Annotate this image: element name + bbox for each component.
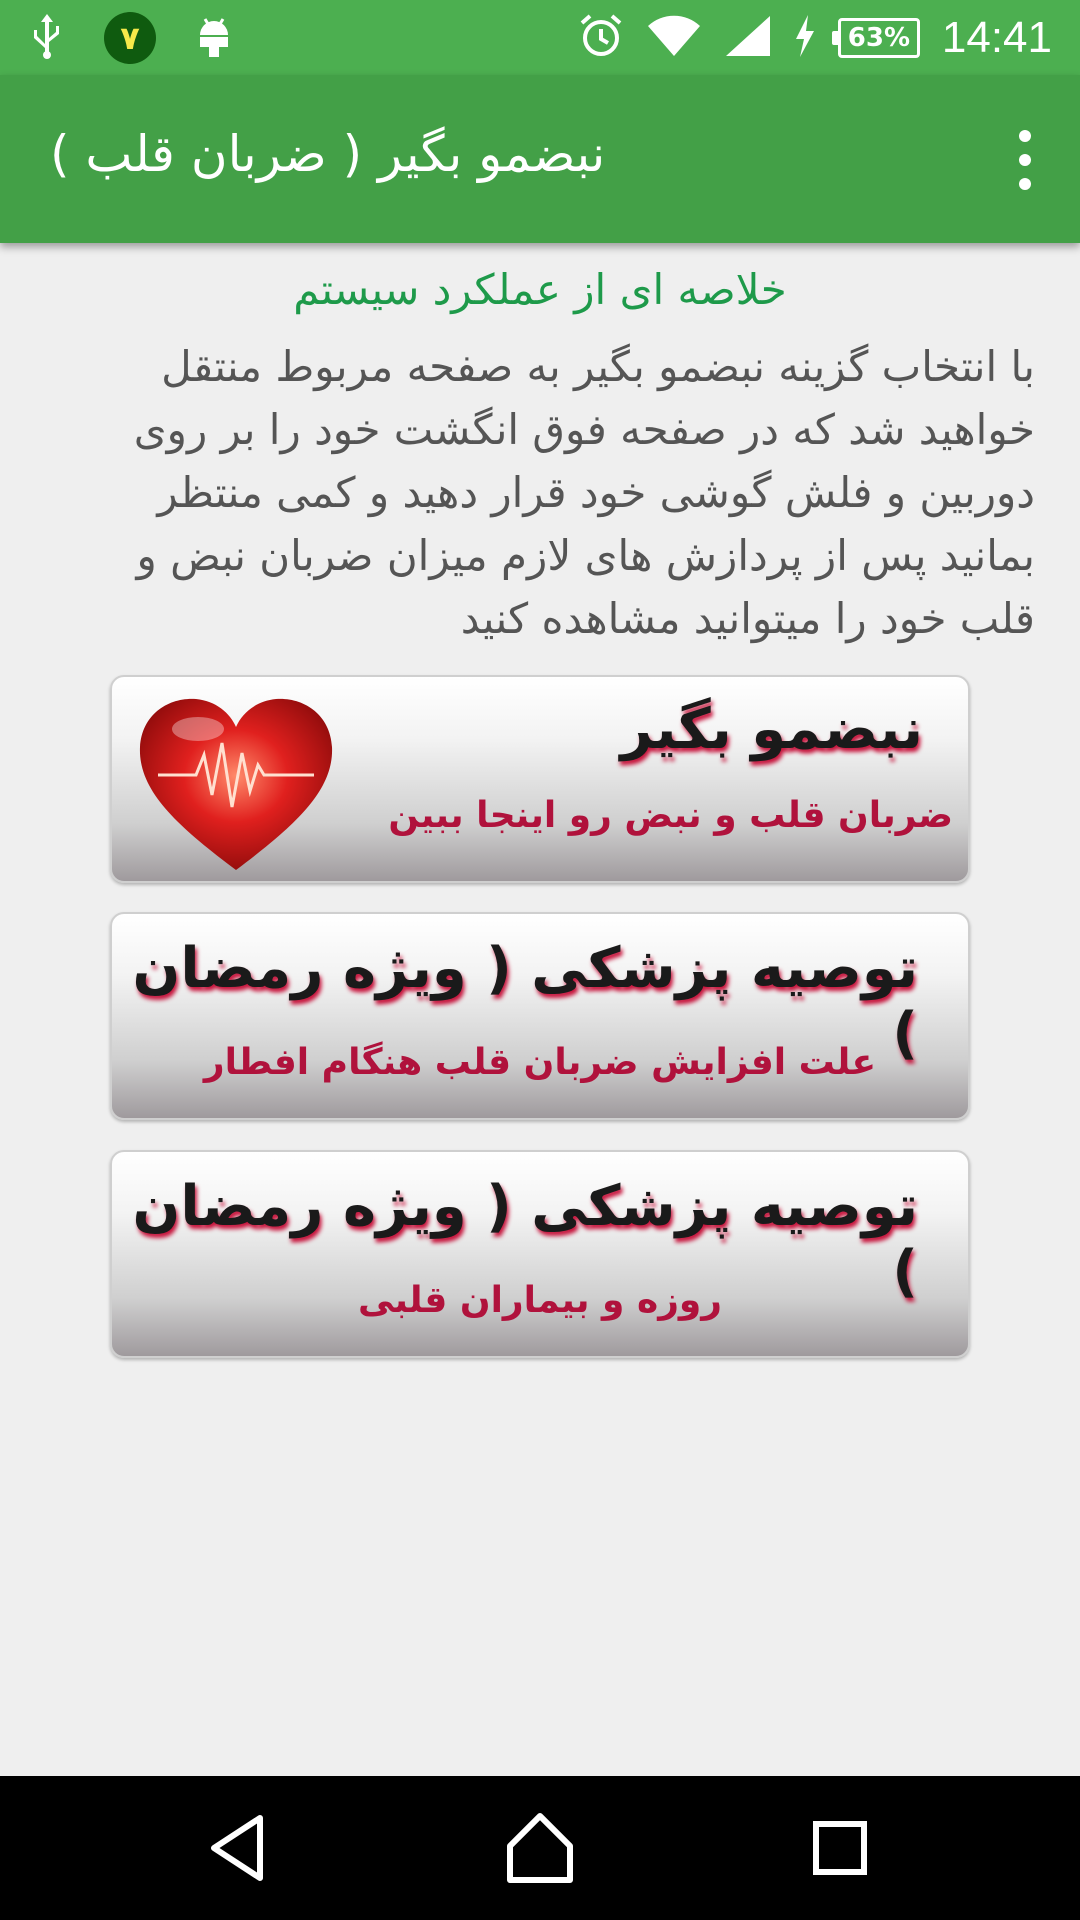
battery-indicator: 63% <box>831 17 920 58</box>
app-title: نبضمو بگیر ( ضربان قلب ) <box>50 125 606 183</box>
overflow-menu-icon[interactable] <box>1010 130 1040 190</box>
back-icon[interactable] <box>200 1808 280 1888</box>
navigation-bar <box>0 1776 1080 1920</box>
wifi-icon <box>646 14 702 62</box>
card-subtitle: روزه و بیماران قلبی <box>357 1280 723 1321</box>
android-debug-icon <box>196 13 232 63</box>
signal-icon <box>724 14 772 62</box>
card-title: نبضمو بگیر <box>620 697 923 762</box>
status-bar: ٧ 63% 14:41 <box>0 0 1080 75</box>
medical-advice-ramadan-button[interactable]: توصیه پزشکی ( ویژه رمضان ) علت افزایش ضر… <box>110 912 970 1120</box>
card-subtitle: ضربان قلب و نبض رو اینجا ببین <box>388 795 953 836</box>
heart-icon <box>136 695 336 879</box>
recents-icon[interactable] <box>800 1808 880 1888</box>
charging-icon <box>794 14 816 61</box>
notification-badge: ٧ <box>104 11 156 64</box>
clock: 14:41 <box>941 12 1052 62</box>
summary-body: با انتخاب گزینه نبضمو بگیر به صفحه مربوط… <box>133 342 1035 643</box>
alarm-icon <box>578 13 624 63</box>
fasting-heart-patients-button[interactable]: توصیه پزشکی ( ویژه رمضان ) روزه و بیمارا… <box>110 1150 970 1358</box>
usb-icon <box>30 12 64 64</box>
summary-title: خلاصه ای از عملکرد سیستم <box>293 265 787 314</box>
home-icon[interactable] <box>500 1808 580 1888</box>
card-subtitle: علت افزایش ضربان قلب هنگام افطار <box>203 1042 877 1083</box>
app-bar: نبضمو بگیر ( ضربان قلب ) <box>0 75 1080 243</box>
pulse-measure-button[interactable]: نبضمو بگیر ضربان قلب و نبض رو اینجا ببین <box>110 675 970 883</box>
